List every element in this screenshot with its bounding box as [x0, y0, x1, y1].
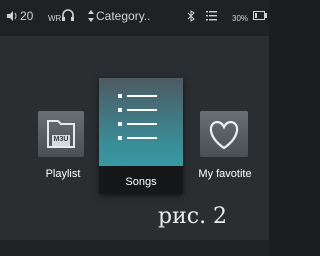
headphones-icon — [61, 8, 75, 25]
bottom-bar — [0, 240, 269, 256]
category-selector[interactable]: Category.. — [96, 9, 150, 23]
bluetooth-icon — [187, 10, 195, 25]
volume-level: 20 — [20, 9, 34, 23]
m3u-icon-text: M3U — [53, 136, 69, 143]
menu-item-playlist[interactable]: M3U Playlist — [34, 106, 92, 190]
heart-icon — [200, 111, 248, 157]
list-icon — [206, 10, 217, 24]
music-player-screen: 20 WR Category.. 30% M3U Playlist Songs … — [0, 0, 269, 256]
battery-icon — [253, 11, 265, 20]
menu-label-playlist: Playlist — [45, 168, 81, 180]
battery-terminal — [265, 13, 267, 18]
battery-percent: 30% — [232, 14, 249, 23]
status-bar: 20 WR Category.. 30% — [0, 0, 269, 36]
m3u-folder-icon: M3U — [38, 111, 84, 157]
sort-arrows-icon[interactable] — [88, 10, 94, 25]
battery-level-fill — [255, 13, 257, 18]
figure-caption: рис. 2 — [158, 204, 228, 229]
headphone-mode-label: WR — [48, 14, 62, 23]
song-list-icon — [118, 94, 157, 140]
menu-label-my-favorite: My favotite — [198, 168, 252, 180]
menu-label-songs: Songs — [125, 176, 157, 188]
speaker-icon — [5, 9, 19, 26]
selected-item-label-area: Songs — [99, 166, 183, 194]
menu-item-my-favorite[interactable]: My favotite — [192, 106, 258, 190]
